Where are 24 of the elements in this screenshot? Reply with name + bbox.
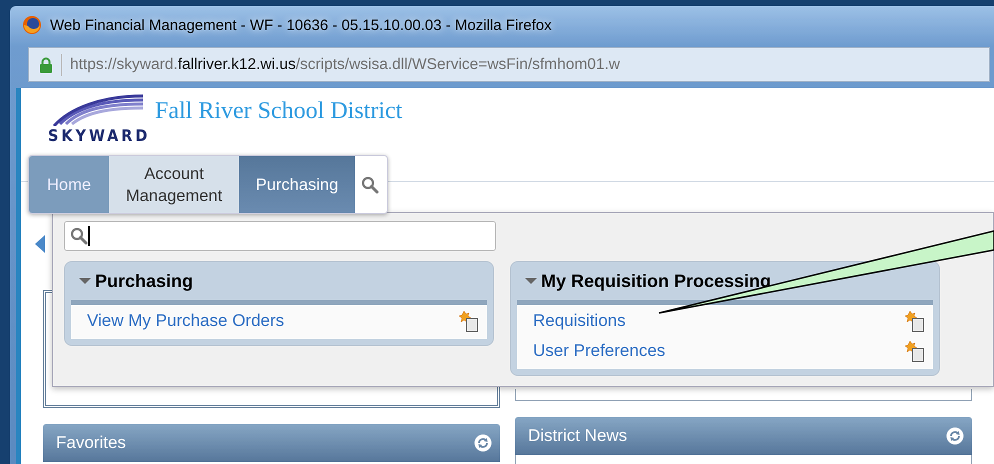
refresh-icon[interactable] xyxy=(946,427,964,445)
menu-link[interactable]: Requisitions xyxy=(533,311,626,331)
nav-tab[interactable]: Home xyxy=(29,156,109,213)
collapse-triangle-icon[interactable] xyxy=(79,277,91,285)
new-window-icon[interactable] xyxy=(905,310,925,332)
district-title: Fall River School District xyxy=(155,97,402,125)
window-title: Web Financial Management - WF - 10636 - 05.15.10.00.03 - Mozilla Firefox xyxy=(50,16,552,34)
group-title: My Requisition Processing xyxy=(541,270,772,292)
lock-icon xyxy=(39,56,53,72)
menu-link[interactable]: User Preferences xyxy=(533,341,666,361)
group-title: Purchasing xyxy=(95,270,194,292)
search-field[interactable] xyxy=(64,221,496,251)
collapse-triangle-icon[interactable] xyxy=(525,277,537,285)
widget-title: District News xyxy=(528,426,628,446)
widget-title: Favorites xyxy=(56,433,126,453)
left-arrow-icon[interactable] xyxy=(35,235,45,253)
nav-tab[interactable]: Purchasing xyxy=(239,156,355,213)
refresh-icon[interactable] xyxy=(474,434,492,452)
search-icon[interactable] xyxy=(361,176,379,194)
search-icon xyxy=(70,227,88,245)
new-window-icon[interactable] xyxy=(905,340,925,362)
new-window-icon[interactable] xyxy=(459,310,479,332)
browser-logo-icon xyxy=(22,15,42,35)
nav-tab[interactable]: Account Management xyxy=(109,156,239,213)
